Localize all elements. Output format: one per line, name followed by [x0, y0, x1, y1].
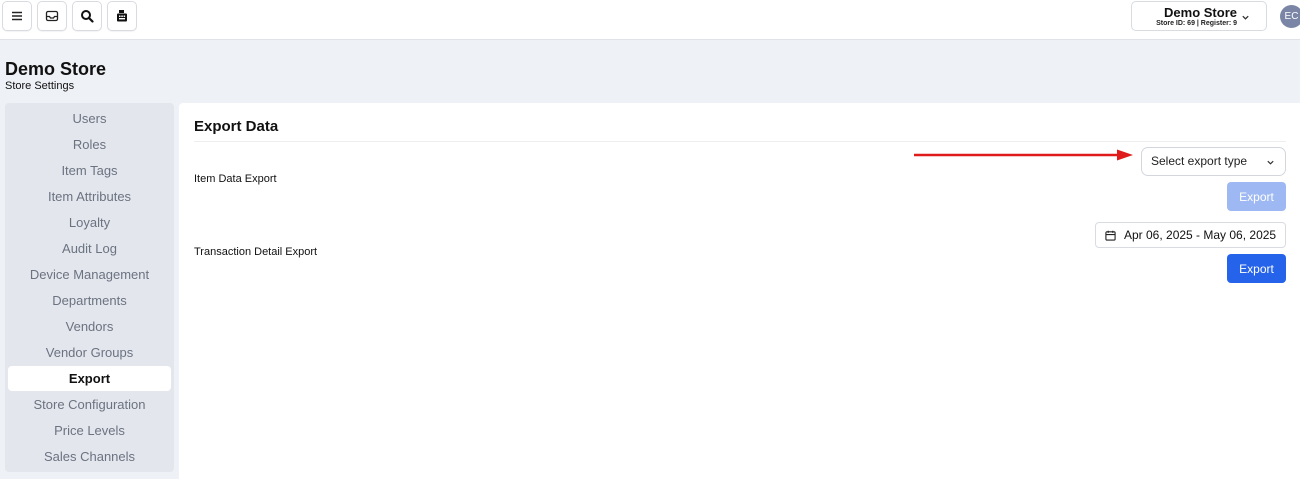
inbox-icon [45, 10, 59, 22]
top-bar: Demo Store Store ID: 69 | Register: 9 EC [0, 0, 1300, 40]
search-icon [81, 10, 94, 23]
sidebar-item-price-levels[interactable]: Price Levels [8, 418, 171, 443]
sidebar-item-sales-channels[interactable]: Sales Channels [8, 444, 171, 469]
date-range-value: Apr 06, 2025 - May 06, 2025 [1124, 228, 1277, 242]
sidebar-item-loyalty[interactable]: Loyalty [8, 210, 171, 235]
inbox-button[interactable] [37, 1, 67, 31]
sidebar-item-store-configuration[interactable]: Store Configuration [8, 392, 171, 417]
item-export-button[interactable]: Export [1227, 182, 1286, 211]
calendar-icon [1105, 230, 1116, 241]
page-title: Demo Store [5, 59, 107, 79]
section-title: Export Data [194, 118, 279, 135]
search-button[interactable] [72, 1, 102, 31]
transaction-export-button[interactable]: Export [1227, 254, 1286, 283]
sidebar-item-device-management[interactable]: Device Management [8, 262, 171, 287]
export-type-select[interactable]: Select export type [1141, 147, 1286, 176]
sidebar-item-departments[interactable]: Departments [8, 288, 171, 313]
sidebar-item-item-tags[interactable]: Item Tags [8, 158, 171, 183]
store-name: Demo Store [1164, 5, 1237, 20]
sidebar-item-vendor-groups[interactable]: Vendor Groups [8, 340, 171, 365]
export-type-select-value: Select export type [1151, 154, 1248, 168]
sidebar-item-roles[interactable]: Roles [8, 132, 171, 157]
register-button[interactable] [107, 1, 137, 31]
sidebar-item-vendors[interactable]: Vendors [8, 314, 171, 339]
store-switcher[interactable]: Demo Store Store ID: 69 | Register: 9 [1131, 1, 1267, 31]
menu-icon [12, 11, 22, 21]
register-icon [117, 10, 127, 22]
sidebar-item-export[interactable]: Export [8, 366, 171, 391]
store-meta: Store ID: 69 | Register: 9 [1156, 20, 1237, 27]
settings-sidebar: Users Roles Item Tags Item Attributes Lo… [5, 103, 174, 472]
avatar[interactable]: EC [1280, 5, 1300, 28]
page-subtitle: Store Settings [5, 80, 75, 92]
annotation-arrow [914, 149, 1133, 161]
sidebar-item-item-attributes[interactable]: Item Attributes [8, 184, 171, 209]
sidebar-item-audit-log[interactable]: Audit Log [8, 236, 171, 261]
item-data-export-label: Item Data Export [194, 173, 277, 185]
section-divider [194, 141, 1286, 142]
chevron-down-icon [1242, 15, 1249, 20]
menu-button[interactable] [2, 1, 32, 31]
date-range-picker[interactable]: Apr 06, 2025 - May 06, 2025 [1095, 222, 1286, 248]
chevron-down-icon [1267, 160, 1274, 165]
transaction-detail-export-label: Transaction Detail Export [194, 246, 318, 258]
sidebar-item-users[interactable]: Users [8, 106, 171, 131]
